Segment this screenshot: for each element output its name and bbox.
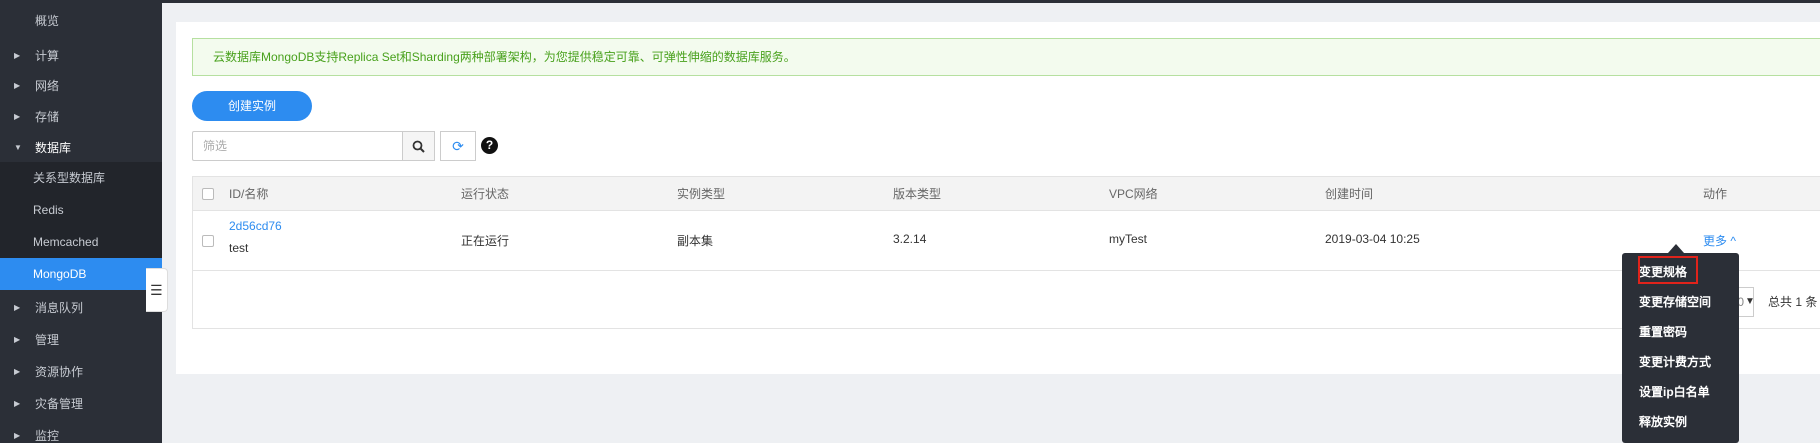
select-caret-icon: ▼ [1745,296,1755,307]
menu-item-change-billing[interactable]: 变更计费方式 [1639,352,1711,372]
caret-right-icon: ▶ [14,112,21,121]
sidebar-item-compute[interactable]: ▶ 计算 [0,40,162,72]
column-header-status: 运行状态 [461,187,510,201]
total-count: 总共 1 条 [1768,295,1818,309]
sidebar-item-label: 灾备管理 [35,397,84,411]
instance-id-link[interactable]: 2d56cd76 [229,219,282,233]
column-header-id: ID/名称 [229,187,269,201]
sidebar-item-label: 数据库 [35,141,72,155]
sidebar-item-manage[interactable]: ▶ 管理 [0,324,162,356]
sidebar-item-dr[interactable]: ▶ 灾备管理 [0,388,162,420]
column-header-created: 创建时间 [1325,187,1374,201]
caret-down-icon: ▼ [14,143,22,152]
caret-right-icon: ▶ [14,81,21,90]
sidebar-item-label: 监控 [35,429,60,443]
collapse-menu-icon: ☰ [150,282,163,298]
refresh-button[interactable]: ⟳ [440,131,476,161]
sidebar-item-label: 网络 [35,79,60,93]
sidebar-item-label: Memcached [33,235,99,249]
column-header-vpc: VPC网络 [1109,187,1158,201]
sidebar-item-monitor[interactable]: ▶ 监控 [0,420,162,443]
sidebar-item-storage[interactable]: ▶ 存储 [0,101,162,133]
caret-right-icon: ▶ [14,399,21,408]
caret-right-icon: ▶ [14,367,21,376]
column-header-type: 实例类型 [677,187,726,201]
sidebar-item-label: 计算 [35,49,60,63]
menu-item-reset-password[interactable]: 重置密码 [1639,322,1687,342]
caret-right-icon: ▶ [14,51,21,60]
instance-created: 2019-03-04 10:25 [1325,232,1420,246]
sidebar-subitem-mongodb[interactable]: MongoDB [0,258,162,290]
instance-status: 正在运行 [461,234,510,248]
more-actions-button[interactable]: 更多 ^ [1703,232,1736,249]
column-header-action: 动作 [1703,187,1728,201]
filter-input[interactable]: 筛选 [192,131,402,161]
sidebar-item-label: 关系型数据库 [33,171,106,185]
select-all-checkbox[interactable] [202,188,214,200]
table-row: 2d56cd76 test 正在运行 副本集 3.2.14 myTest 201… [193,211,1820,271]
sidebar-item-overview[interactable]: 概览 [0,5,162,37]
sidebar-item-label: 资源协作 [35,365,84,379]
sidebar: 概览 ▶ 计算 ▶ 网络 ▶ 存储 ▼ 数据库 关系型数据库 Redis Mem… [0,0,162,443]
help-icon[interactable]: ? [481,137,498,154]
instance-type: 副本集 [677,234,714,248]
sidebar-item-label: 概览 [35,14,60,28]
sidebar-item-label: Redis [33,203,64,217]
sidebar-subitem-redis[interactable]: Redis [0,194,162,226]
instance-name: test [229,241,249,255]
row-checkbox[interactable] [202,235,214,247]
menu-item-ip-whitelist[interactable]: 设置ip白名单 [1639,382,1710,402]
highlight-box [1638,256,1698,284]
instance-vpc: myTest [1109,232,1148,246]
menu-item-release-instance[interactable]: 释放实例 [1639,412,1687,432]
sidebar-item-label: 管理 [35,333,60,347]
sidebar-item-label: 消息队列 [35,301,84,315]
sidebar-subitem-rdb[interactable]: 关系型数据库 [0,162,162,194]
app-root: 概览 ▶ 计算 ▶ 网络 ▶ 存储 ▼ 数据库 关系型数据库 Redis Mem… [0,0,1820,443]
sidebar-item-database[interactable]: ▼ 数据库 [0,132,162,164]
caret-right-icon: ▶ [14,335,21,344]
caret-right-icon: ▶ [14,303,21,312]
table-header: ID/名称 运行状态 实例类型 版本类型 VPC网络 创建时间 动作 [193,177,1820,211]
sidebar-item-collab[interactable]: ▶ 资源协作 [0,356,162,388]
search-button[interactable] [402,131,435,161]
instances-table: ID/名称 运行状态 实例类型 版本类型 VPC网络 创建时间 动作 2d56c… [192,176,1820,329]
sidebar-item-label: 存储 [35,110,60,124]
caret-right-icon: ▶ [14,431,21,440]
menu-item-change-storage[interactable]: 变更存储空间 [1639,292,1711,312]
sidebar-collapse-toggle[interactable]: ☰ [146,268,168,312]
sidebar-item-network[interactable]: ▶ 网络 [0,70,162,102]
create-instance-button[interactable]: 创建实例 [192,91,312,121]
search-icon [412,140,425,154]
dropdown-pointer [1668,244,1684,253]
top-strip [162,0,1820,3]
sidebar-item-label: MongoDB [33,267,87,281]
instance-version: 3.2.14 [893,232,927,246]
refresh-icon: ⟳ [452,138,464,154]
sidebar-subitem-memcached[interactable]: Memcached [0,226,162,258]
sidebar-item-mq[interactable]: ▶ 消息队列 [0,292,162,324]
column-header-version: 版本类型 [893,187,942,201]
info-notice: 云数据库MongoDB支持Replica Set和Sharding两种部署架构，… [192,38,1820,76]
